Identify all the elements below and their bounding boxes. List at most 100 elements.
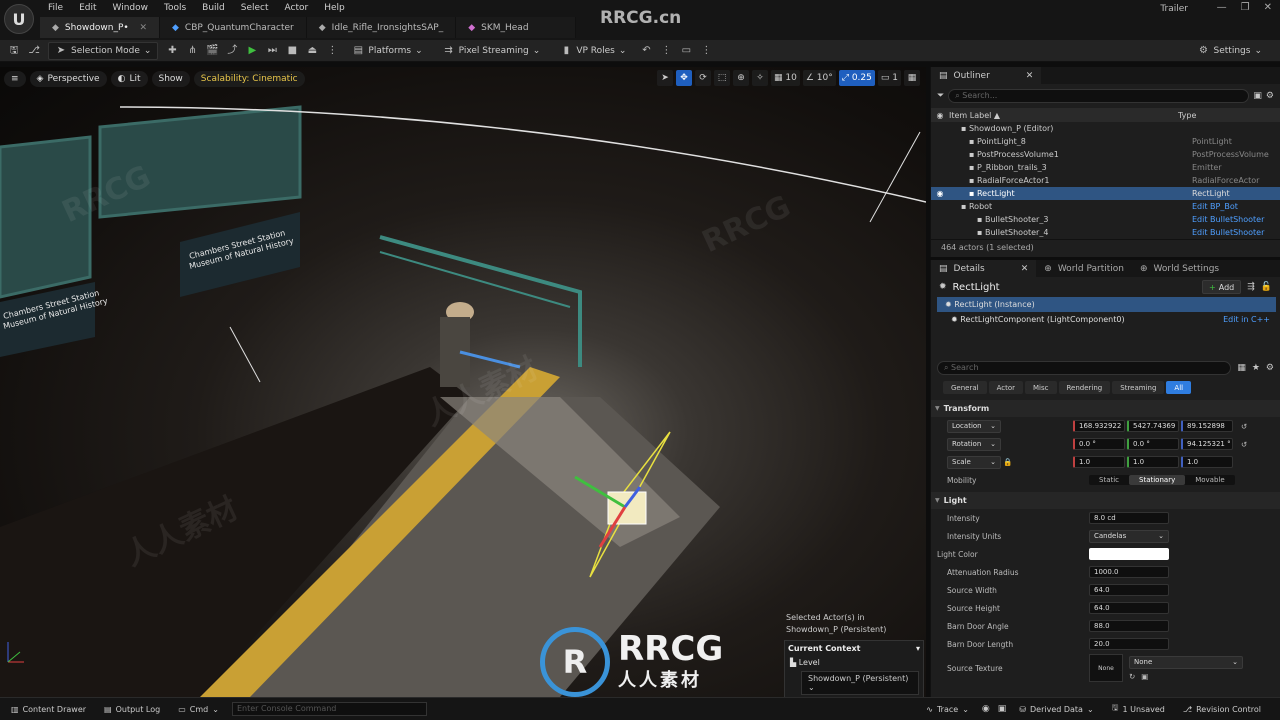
lock-icon[interactable]: 🔒 [1003,457,1012,466]
visibility-icon[interactable]: ◉ [931,111,949,120]
perspective-button[interactable]: ◈ Perspective [29,71,107,87]
stop-icon[interactable]: ■ [286,45,298,57]
selection-mode-dropdown[interactable]: ➤ Selection Mode ⌄ [48,41,159,60]
filter-icon[interactable]: ⏷ [937,91,944,101]
add-component-button[interactable]: + Add [1202,280,1242,294]
scale-z[interactable]: 1.0 [1181,456,1233,468]
outliner-row[interactable]: ◉ ▪ RectLight RectLight [931,187,1280,200]
show-button[interactable]: Show [151,71,190,87]
settings-button[interactable]: ⚙ Settings ⌄ [1192,42,1268,60]
document-tab[interactable]: ◆ Idle_Rifle_IronsightsSAP_ [306,17,457,38]
undo-history-icon[interactable]: ↶ [640,45,652,57]
column-type[interactable]: Type [1178,111,1196,120]
surface-snap-icon[interactable]: ✧ [752,70,768,86]
location-z[interactable]: 89.152898 [1181,420,1233,432]
close-icon[interactable]: ✕ [1264,2,1272,13]
transform-section[interactable]: ▼ Transform [931,400,1280,417]
menu-item-actor[interactable]: Actor [277,0,317,16]
filter-rendering[interactable]: Rendering [1058,381,1111,394]
source-texture-dropdown[interactable]: None ⌄ [1129,655,1243,669]
mobility-stationary[interactable]: Stationary [1129,475,1186,485]
tab-world-settings[interactable]: ⊕ World Settings [1131,260,1228,277]
step-icon[interactable]: ⏭ [266,45,278,57]
prop-value[interactable]: 1000.0 [1089,566,1169,578]
component-instance[interactable]: ✹ RectLight (Instance) [937,297,1276,312]
location-x[interactable]: 168.932922 [1073,420,1125,432]
console-input[interactable]: Enter Console Command [231,702,427,716]
outliner-row[interactable]: ▪ PointLight_8 PointLight [931,135,1280,148]
settings-icon[interactable]: ⚙ [1266,91,1274,101]
component-rectlight[interactable]: ✹ RectLightComponent (LightComponent0) Ed… [931,312,1280,327]
rotation-y[interactable]: 0.0 ° [1127,438,1179,450]
move-tool-icon[interactable]: ✥ [676,70,692,86]
unreal-logo-icon[interactable]: U [4,4,34,34]
rotation-z[interactable]: 94.125321 ° [1181,438,1233,450]
play-icon[interactable]: ▶ [246,45,258,57]
prop-value[interactable]: 8.0 cd [1089,512,1169,524]
prop-value[interactable]: 64.0 [1089,584,1169,596]
intensity-units-dropdown[interactable]: Candelas ⌄ [1089,529,1169,543]
reset-icon[interactable]: ↺ [1241,440,1247,449]
platforms-button[interactable]: ▤ Platforms ⌄ [346,42,428,60]
close-icon[interactable]: ✕ [139,23,147,33]
source-control-icon[interactable]: ⎇ [28,45,40,57]
scale-dropdown[interactable]: Scale ⌄ [947,455,1001,469]
menu-item-window[interactable]: Window [105,0,157,16]
outliner-row[interactable]: ▪ RadialForceActor1 RadialForceActor [931,174,1280,187]
reset-icon[interactable]: ↺ [1241,422,1247,431]
save-icon[interactable]: 🖫 [8,45,20,57]
menu-item-build[interactable]: Build [194,0,233,16]
rotation-x[interactable]: 0.0 ° [1073,438,1125,450]
rect-light-gizmo[interactable] [607,491,647,525]
prop-value[interactable]: 20.0 [1089,638,1169,650]
location-y[interactable]: 5427.74369 [1127,420,1179,432]
select-tool-icon[interactable]: ➤ [657,70,673,86]
light-color-swatch[interactable] [1089,548,1169,560]
viewport-options-button[interactable]: ≡ [4,71,26,87]
texture-thumbnail[interactable]: None [1089,654,1123,682]
monitor-icon[interactable]: ▭ [680,45,692,57]
browse-icon[interactable]: ↻ [1129,672,1135,681]
blueprint-icon[interactable]: ⋔ [186,45,198,57]
menu-item-help[interactable]: Help [316,0,353,16]
add-actor-icon[interactable]: ✚ [166,45,178,57]
level-selector[interactable]: Showdown_P (Persistent) ⌄ [801,671,919,695]
record-icon[interactable]: ◉ [982,704,990,714]
row-type[interactable]: Edit BulletShooter [1192,215,1264,224]
scalability-button[interactable]: Scalability: Cinematic [193,71,305,87]
cmd-button[interactable]: ▭ Cmd ⌄ [173,701,224,717]
outliner-row[interactable]: ▪ PostProcessVolume1 PostProcessVolume [931,148,1280,161]
tab-outliner[interactable]: ▤ Outliner ✕ [931,67,1042,84]
lock-icon[interactable]: 🔓 [1261,282,1272,292]
prop-value[interactable]: 88.0 [1089,620,1169,632]
column-item-label[interactable]: Item Label ▲ [949,111,1178,120]
camera-icon[interactable]: ▣ [998,704,1007,714]
tab-details[interactable]: ▤ Details ✕ [931,260,1037,277]
document-tab[interactable]: ◆ Showdown_P• ✕ [40,17,160,38]
folder-add-icon[interactable]: ▣ [1253,91,1262,101]
trace-button[interactable]: ∿ Trace ⌄ [921,701,974,717]
outliner-row[interactable]: ▪ P_Ribbon_trails_3 Emitter [931,161,1280,174]
menu-item-tools[interactable]: Tools [156,0,194,16]
menu-item-edit[interactable]: Edit [71,0,104,16]
document-tab[interactable]: ◆ CBP_QuantumCharacter [160,17,307,38]
scale-snap-button[interactable]: ⤢ 0.25 [838,70,875,86]
vp-roles-button[interactable]: ▮ VP Roles ⌄ [554,42,632,60]
menu-item-file[interactable]: File [40,0,71,16]
outliner-row[interactable]: ▪ Robot Edit BP_Bot [931,200,1280,213]
world-space-icon[interactable]: ⊕ [733,70,749,86]
filter-actor[interactable]: Actor [988,381,1024,394]
minimize-icon[interactable]: — [1217,2,1227,13]
camera-speed-button[interactable]: ▭ 1 [877,70,901,86]
lit-button[interactable]: ◐ Lit [110,71,148,87]
visibility-icon[interactable]: ◉ [931,189,949,198]
mode-icon[interactable]: ⤴ [226,45,238,57]
cinematics-icon[interactable]: 🎬 [206,45,218,57]
maximize-icon[interactable]: ❐ [1241,2,1250,13]
chevron-down-icon[interactable]: ▾ [916,644,920,653]
edit-cpp-link[interactable]: Edit in C++ [1223,315,1270,324]
scale-y[interactable]: 1.0 [1127,456,1179,468]
level-viewport[interactable]: Chambers Street Station Museum of Natura… [0,67,926,697]
outliner-row[interactable]: ▪ BulletShooter_3 Edit BulletShooter [931,213,1280,226]
outliner-row[interactable]: ▪ BulletShooter_4 Edit BulletShooter [931,226,1280,239]
